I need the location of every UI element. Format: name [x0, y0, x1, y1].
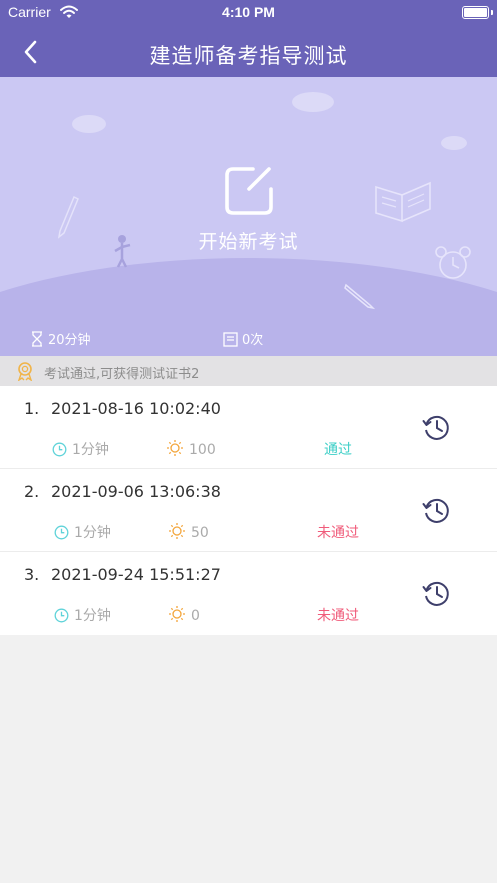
start-exam-button[interactable]: 开始新考试: [180, 165, 317, 257]
battery-tip: [491, 10, 493, 15]
clock-icon: [54, 608, 69, 623]
score-text: 50: [191, 525, 209, 541]
pencil-icon: [344, 283, 375, 310]
sun-icon: [169, 606, 185, 622]
duration-text: 1分钟: [72, 442, 109, 458]
record-score: 50: [168, 522, 209, 541]
certificate-notice: 考试通过,可获得测试证书2: [0, 356, 497, 386]
sun-icon: [167, 440, 183, 456]
status-bar: Carrier 4:10 PM: [0, 0, 497, 26]
battery-icon: [462, 6, 489, 19]
record-score: 0: [168, 605, 200, 624]
hourglass-icon: [32, 331, 42, 347]
book-icon: [375, 181, 431, 223]
history-button[interactable]: [421, 578, 453, 610]
cloud-icon: [441, 136, 467, 150]
exam-record-list: 1. 2021-08-16 10:02:40 1分钟 100 通过 2. 2021-: [0, 386, 497, 635]
record-datetime: 2021-09-06 13:06:38: [51, 482, 221, 501]
score-text: 100: [189, 442, 216, 458]
list-item[interactable]: 3. 2021-09-24 15:51:27 1分钟 0 未通过: [0, 552, 497, 635]
attempts-stat: 0次: [223, 329, 263, 348]
notice-text: 考试通过,可获得测试证书2: [44, 367, 200, 382]
clock-time: 4:10 PM: [222, 4, 275, 20]
list-item[interactable]: 2. 2021-09-06 13:06:38 1分钟 50 未通过: [0, 469, 497, 552]
history-icon: [422, 498, 449, 523]
start-exam-label: 开始新考试: [198, 231, 299, 253]
record-index: 1.: [24, 399, 40, 418]
record-index: 2.: [24, 482, 40, 501]
figure-icon: [114, 235, 131, 268]
award-icon: [17, 362, 33, 381]
attempts-value: 0次: [242, 333, 264, 348]
score-text: 0: [191, 608, 200, 624]
page-title: 建造师备考指导测试: [149, 44, 348, 68]
status-badge: 通过: [324, 442, 352, 458]
history-icon: [422, 581, 449, 606]
duration-value: 20分钟: [48, 333, 91, 348]
record-score: 100: [166, 439, 216, 458]
history-icon: [422, 415, 449, 440]
record-title: 2. 2021-09-06 13:06:38: [24, 482, 221, 501]
paper-icon: [223, 332, 238, 347]
record-duration: 1分钟: [52, 439, 109, 459]
duration-stat: 20分钟: [30, 329, 91, 348]
cloud-icon: [292, 92, 334, 112]
history-button[interactable]: [421, 495, 453, 527]
duration-text: 1分钟: [74, 608, 111, 624]
history-button[interactable]: [421, 412, 453, 444]
edit-icon: [225, 167, 273, 215]
duration-text: 1分钟: [74, 525, 111, 541]
status-badge: 未通过: [317, 608, 359, 624]
status-badge: 未通过: [317, 525, 359, 541]
record-datetime: 2021-09-24 15:51:27: [51, 565, 221, 584]
record-duration: 1分钟: [54, 605, 111, 625]
nav-bar: 建造师备考指导测试: [0, 26, 497, 77]
record-title: 3. 2021-09-24 15:51:27: [24, 565, 221, 584]
clock-icon: [52, 442, 67, 457]
cloud-icon: [72, 115, 106, 133]
alarm-clock-icon: [435, 246, 471, 279]
list-item[interactable]: 1. 2021-08-16 10:02:40 1分钟 100 通过: [0, 386, 497, 469]
sun-icon: [169, 523, 185, 539]
record-duration: 1分钟: [54, 522, 111, 542]
hero-banner: 开始新考试 20分钟 0次: [0, 77, 497, 356]
pencil-icon: [57, 195, 79, 239]
record-index: 3.: [24, 565, 40, 584]
record-datetime: 2021-08-16 10:02:40: [51, 399, 221, 418]
clock-icon: [54, 525, 69, 540]
record-title: 1. 2021-08-16 10:02:40: [24, 399, 221, 418]
